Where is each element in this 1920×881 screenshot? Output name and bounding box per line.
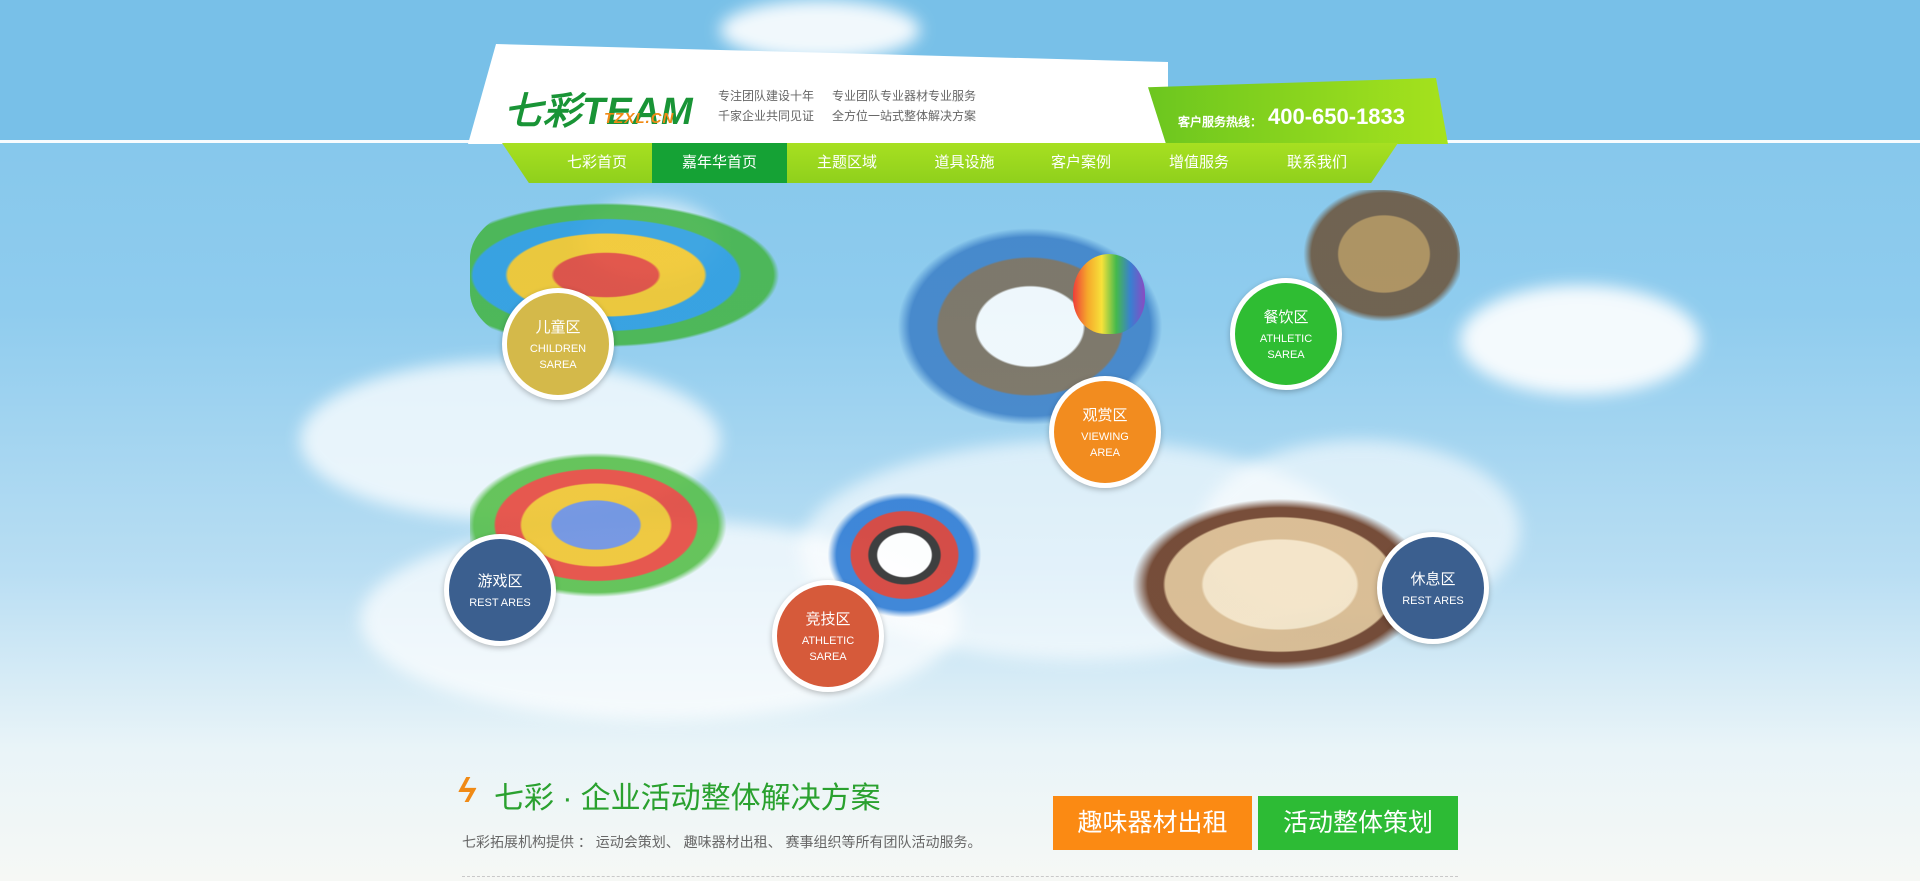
- brand-mark-icon: ϟ: [458, 772, 476, 810]
- zone-name: 休息区: [1410, 570, 1456, 588]
- cloud: [1460, 285, 1700, 395]
- zone-games[interactable]: 游戏区 REST ARES: [444, 534, 556, 646]
- hotline-number: 400-650-1833: [1268, 104, 1406, 129]
- travel-illustration: [860, 200, 1200, 430]
- nav-home[interactable]: 七彩首页: [542, 143, 652, 183]
- site-header: 七彩TEAM TZXL.CN 专注团队建设十年 专业团队专业器材专业服务 千家企…: [468, 44, 1448, 144]
- hotline-label: 客户服务热线：: [1178, 115, 1263, 129]
- zone-english: REST ARES: [1402, 594, 1464, 607]
- event-planning-button[interactable]: 活动整体策划: [1258, 796, 1458, 850]
- zone-dining[interactable]: 餐饮区 ATHLETIC SAREA: [1230, 278, 1342, 390]
- slogan-1: 专注团队建设十年: [718, 89, 815, 103]
- nav-contact[interactable]: 联系我们: [1258, 143, 1376, 183]
- zone-name: 竞技区: [805, 610, 851, 628]
- slogan-3: 千家企业共同见证: [718, 109, 815, 123]
- zone-english: VIEWING AREA: [1081, 430, 1129, 459]
- solution-description: 七彩拓展机构提供 ： 运动会策划、 趣味器材出租、 赛事组织等所有团队活动服务。: [462, 834, 982, 850]
- zone-rest[interactable]: 休息区 REST ARES: [1377, 532, 1489, 644]
- divider: [462, 876, 1458, 877]
- site-logo[interactable]: 七彩TEAM TZXL.CN: [504, 80, 704, 133]
- zone-name: 观赏区: [1082, 406, 1128, 424]
- zone-children[interactable]: 儿童区 CHILDREN SAREA: [502, 288, 614, 400]
- zone-english: ATHLETIC SAREA: [1259, 332, 1313, 361]
- logo-domain: TZXL.CN: [604, 110, 675, 127]
- nav-cases[interactable]: 客户案例: [1022, 143, 1140, 183]
- nav-carnival-home[interactable]: 嘉年华首页: [652, 143, 787, 183]
- nav-theme-areas[interactable]: 主题区域: [787, 143, 907, 183]
- zone-name: 餐饮区: [1263, 308, 1309, 326]
- zone-viewing[interactable]: 观赏区 VIEWING AREA: [1049, 376, 1161, 488]
- solution-title: 七彩 · 企业活动整体解决方案: [494, 782, 881, 815]
- slogan-4: 全方位一站式整体解决方案: [832, 109, 977, 123]
- zone-name: 游戏区: [477, 572, 523, 590]
- equipment-rental-button[interactable]: 趣味器材出租: [1053, 796, 1252, 850]
- nav-equipment[interactable]: 道具设施: [907, 143, 1022, 183]
- zone-competition[interactable]: 竞技区 ATHLETIC SAREA: [772, 580, 884, 692]
- main-nav: 七彩首页 嘉年华首页 主题区域 道具设施 客户案例 增值服务 联系我们: [502, 143, 1398, 183]
- zone-english: ATHLETIC SAREA: [801, 634, 855, 663]
- nav-services[interactable]: 增值服务: [1140, 143, 1258, 183]
- slogan-2: 专业团队专业器材专业服务: [832, 89, 977, 103]
- hot-air-balloon: [1073, 254, 1145, 334]
- zone-name: 儿童区: [535, 318, 581, 336]
- zone-english: CHILDREN SAREA: [529, 342, 587, 371]
- zone-english: REST ARES: [469, 596, 531, 609]
